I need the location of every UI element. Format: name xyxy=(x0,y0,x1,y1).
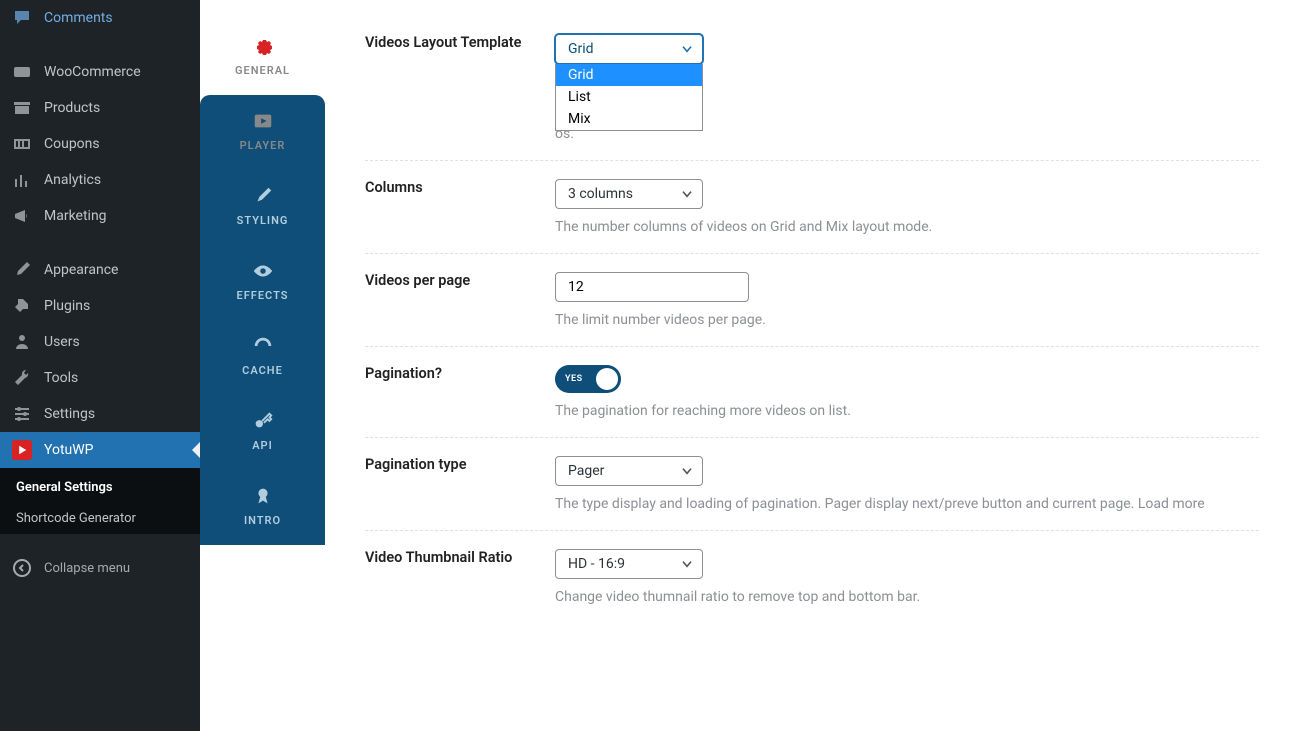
menu-analytics[interactable]: Analytics xyxy=(0,162,200,198)
menu-products[interactable]: Products xyxy=(0,90,200,126)
menu-coupons[interactable]: Coupons xyxy=(0,126,200,162)
menu-yotuwp[interactable]: YotuWP xyxy=(0,432,200,468)
tab-general[interactable]: GENERAL xyxy=(200,20,325,95)
field-label: Videos Layout Template xyxy=(365,34,555,142)
field-label: Pagination? xyxy=(365,365,555,419)
key-icon xyxy=(251,409,275,433)
select-value[interactable]: Pager xyxy=(555,456,703,486)
menu-label: Coupons xyxy=(44,136,100,152)
menu-comments[interactable]: Comments xyxy=(0,0,200,36)
collapse-icon xyxy=(12,558,32,578)
menu-label: Users xyxy=(44,334,80,350)
menu-label: WooCommerce xyxy=(44,64,141,80)
menu-label: Analytics xyxy=(44,172,101,188)
layout-select[interactable]: Grid Grid List Mix xyxy=(555,34,703,64)
comment-icon xyxy=(12,8,32,28)
brush-icon xyxy=(251,184,275,208)
select-value[interactable]: HD - 16:9 xyxy=(555,549,703,579)
select-value[interactable]: Grid xyxy=(555,34,703,64)
tab-label: PLAYER xyxy=(240,139,286,152)
option-mix[interactable]: Mix xyxy=(556,108,702,130)
toggle-state: YES xyxy=(565,374,583,384)
row-pagination-type: Pagination type Pager The type display a… xyxy=(365,438,1259,531)
pagination-type-select[interactable]: Pager xyxy=(555,456,703,486)
field-desc: Change video thumnail ratio to remove to… xyxy=(555,589,1259,605)
tab-label: GENERAL xyxy=(235,64,290,77)
row-videos-per-page: Videos per page The limit number videos … xyxy=(365,254,1259,347)
award-icon xyxy=(251,484,275,508)
chart-icon xyxy=(12,170,32,190)
menu-users[interactable]: Users xyxy=(0,324,200,360)
tab-label: INTRO xyxy=(244,514,281,527)
play-icon xyxy=(12,440,32,460)
menu-settings[interactable]: Settings xyxy=(0,396,200,432)
collapse-label: Collapse menu xyxy=(44,561,130,576)
brush-icon xyxy=(12,260,32,280)
select-value[interactable]: 3 columns xyxy=(555,179,703,209)
settings-panel: Videos Layout Template Grid Grid List Mi… xyxy=(325,0,1299,731)
tab-cache[interactable]: CACHE xyxy=(200,320,325,395)
field-desc: The number columns of videos on Grid and… xyxy=(555,219,1259,235)
menu-label: Appearance xyxy=(44,262,118,278)
plugin-icon xyxy=(12,296,32,316)
menu-woocommerce[interactable]: WooCommerce xyxy=(0,54,200,90)
tab-label: API xyxy=(252,439,273,452)
field-label: Pagination type xyxy=(365,456,555,512)
option-list[interactable]: List xyxy=(556,86,702,108)
menu-plugins[interactable]: Plugins xyxy=(0,288,200,324)
play-square-icon xyxy=(251,109,275,133)
dashboard-icon xyxy=(251,334,275,358)
ticket-icon xyxy=(12,134,32,154)
woocommerce-icon xyxy=(12,62,32,82)
tab-effects[interactable]: EFFECTS xyxy=(200,245,325,320)
eye-icon xyxy=(251,259,275,283)
layout-dropdown: Grid List Mix xyxy=(555,64,703,131)
row-layout-template: Videos Layout Template Grid Grid List Mi… xyxy=(365,28,1259,161)
tab-label: CACHE xyxy=(242,364,283,377)
submenu-shortcode-generator[interactable]: Shortcode Generator xyxy=(0,503,200,534)
menu-label: Settings xyxy=(44,406,95,422)
gear-icon xyxy=(251,34,275,58)
field-label: Video Thumbnail Ratio xyxy=(365,549,555,605)
field-desc: The type display and loading of paginati… xyxy=(555,496,1259,512)
toggle-knob xyxy=(596,368,618,390)
menu-label: YotuWP xyxy=(44,442,94,458)
user-icon xyxy=(12,332,32,352)
thumb-ratio-select[interactable]: HD - 16:9 xyxy=(555,549,703,579)
collapse-menu[interactable]: Collapse menu xyxy=(0,548,200,588)
row-thumb-ratio: Video Thumbnail Ratio HD - 16:9 Change v… xyxy=(365,531,1259,623)
tab-api[interactable]: API xyxy=(200,395,325,470)
columns-select[interactable]: 3 columns xyxy=(555,179,703,209)
field-desc: The pagination for reaching more videos … xyxy=(555,403,1259,419)
archive-icon xyxy=(12,98,32,118)
wp-admin-sidebar: Comments WooCommerce Products Coupons An… xyxy=(0,0,200,731)
option-grid[interactable]: Grid xyxy=(556,64,702,86)
field-desc: The limit number videos per page. xyxy=(555,312,1259,328)
row-columns: Columns 3 columns The number columns of … xyxy=(365,161,1259,254)
wrench-icon xyxy=(12,368,32,388)
menu-label: Comments xyxy=(44,10,113,26)
megaphone-icon xyxy=(12,206,32,226)
menu-label: Marketing xyxy=(44,208,107,224)
menu-label: Tools xyxy=(44,370,78,386)
tab-label: EFFECTS xyxy=(237,289,289,302)
field-label: Columns xyxy=(365,179,555,235)
menu-marketing[interactable]: Marketing xyxy=(0,198,200,234)
tab-styling[interactable]: STYLING xyxy=(200,170,325,245)
submenu-general-settings[interactable]: General Settings xyxy=(0,468,200,503)
row-pagination: Pagination? YES The pagination for reach… xyxy=(365,347,1259,438)
field-label: Videos per page xyxy=(365,272,555,328)
perpage-input[interactable] xyxy=(555,272,749,302)
yotu-tabs: GENERAL PLAYER STYLING EFFECTS CACHE API… xyxy=(200,0,325,731)
menu-label: Products xyxy=(44,100,100,116)
pagination-toggle[interactable]: YES xyxy=(555,365,621,393)
menu-tools[interactable]: Tools xyxy=(0,360,200,396)
menu-appearance[interactable]: Appearance xyxy=(0,252,200,288)
menu-label: Plugins xyxy=(44,298,90,314)
tab-label: STYLING xyxy=(237,214,289,227)
tab-intro[interactable]: INTRO xyxy=(200,470,325,545)
tab-player[interactable]: PLAYER xyxy=(200,95,325,170)
sliders-icon xyxy=(12,404,32,424)
